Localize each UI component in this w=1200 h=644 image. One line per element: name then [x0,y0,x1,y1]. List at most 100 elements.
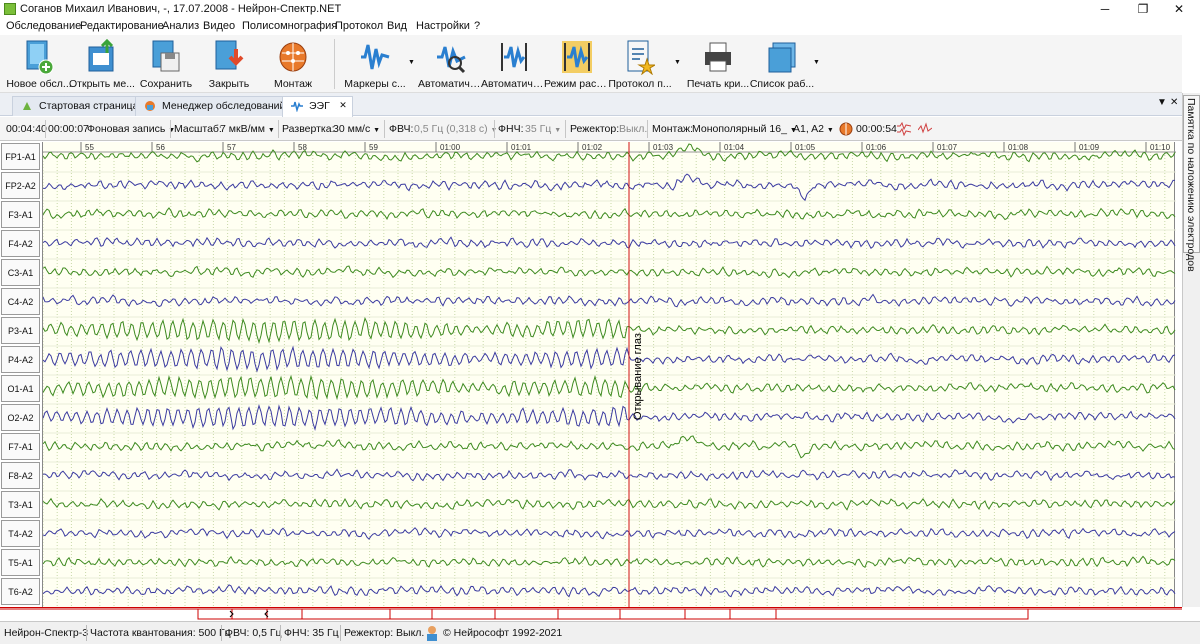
close-window-button[interactable]: ✕ [1156,0,1200,18]
channel-label-o2[interactable]: O2-A2 [1,404,40,431]
work-list-dropdown-arrow[interactable]: ▼ [813,59,820,66]
channel-label-c3[interactable]: C3-A1 [1,259,40,286]
channel-labels: FP1-A1 FP2-A2 F3-A1 F4-A2 C3-A1 C4-A2 P3… [0,142,41,607]
menu-protocol[interactable]: Протокол [335,20,383,32]
tab-eeg-label: ЭЭГ [309,100,330,112]
review-mode-button[interactable]: Режим расс... [544,37,610,91]
eeg-trace-o2-a2 [43,403,1176,432]
channel-label-f8[interactable]: F8-A2 [1,462,40,489]
event-strip-canvas [0,608,1182,620]
markers-button[interactable]: Маркеры с... [342,37,408,91]
scale-arrow: ▼ [267,127,275,134]
toolbar: Новое обсл... Открыть ме... Сохранить За… [0,35,1182,93]
trace-view-icon[interactable] [897,122,911,136]
time-tick-label: 58 [298,143,307,152]
auto-analysis-icon [437,46,466,74]
channel-label-f4[interactable]: F4-A2 [1,230,40,257]
reference-select[interactable]: A1, A2 ▼ [793,123,834,135]
tab-start-page[interactable]: Стартовая страница [12,96,148,116]
menu-edit[interactable]: Редактирование [80,20,164,32]
hpf-label: ФВЧ: [389,123,414,135]
menu-video[interactable]: Видео [203,20,235,32]
menu-help[interactable]: ? [474,20,480,32]
hpf-select[interactable]: 0,5 Гц (0,318 с) ▼ [414,123,497,135]
sweep-select[interactable]: 30 мм/с ▼ [333,123,380,135]
protocol-label: Протокол п... [608,78,672,90]
new-exam-button[interactable]: Новое обсл... [6,37,72,91]
montage-label: Монтаж [273,78,313,90]
lpf-select[interactable]: 35 Гц ▼ [525,123,561,135]
separator [565,120,566,138]
lpf-arrow: ▼ [554,127,562,134]
channel-label-c4[interactable]: C4-A2 [1,288,40,315]
notch-value[interactable]: Выкл. [619,123,647,135]
lpf-label: ФНЧ: [498,123,524,135]
document-tabs: Стартовая страница Менеджер обследований… [0,93,1182,117]
menu-exam[interactable]: Обследование [6,20,81,32]
separator [340,625,341,641]
eeg-trace-c3-a1 [43,265,1176,279]
channel-label-t5[interactable]: T5-A1 [1,549,40,576]
markers-dropdown-arrow[interactable]: ▼ [408,59,415,66]
time-tick-label: 01:06 [866,143,887,152]
menu-settings[interactable]: Настройки [416,20,470,32]
print-button[interactable]: Печать кри... [685,37,751,91]
separator [494,120,495,138]
auto-analysis-button-2[interactable]: Автоматиче... [481,37,547,91]
open-button[interactable]: Открыть ме... [69,37,135,91]
window-title: Соганов Михаил Иванович, -, 17.07.2008 -… [20,3,342,15]
channel-label-p3[interactable]: P3-A1 [1,317,40,344]
status-sampling: Частота квантования: 500 Гц [90,627,231,639]
sweep-label: Развертка: [282,123,335,135]
menu-view[interactable]: Вид [387,20,407,32]
elapsed-time: 00:00:54 [856,123,897,135]
separator [170,120,171,138]
duration: 00:00:07 [48,123,89,135]
tab-eeg-close-icon[interactable]: ✕ [339,100,347,111]
start-page-icon [23,102,31,110]
channel-label-f3[interactable]: F3-A1 [1,201,40,228]
title-bar: Соганов Михаил Иванович, -, 17.07.2008 -… [0,0,1200,18]
tabs-menu-icon[interactable]: ▼ [1157,97,1167,108]
reference-arrow: ▼ [826,127,834,134]
channel-label-t4[interactable]: T4-A2 [1,520,40,547]
montage-select[interactable]: Монополярный 16_ ▼ [692,123,797,135]
tab-exam-manager[interactable]: Менеджер обследований [135,96,295,116]
channel-label-o1[interactable]: O1-A1 [1,375,40,402]
protocol-button[interactable]: Протокол п... [607,37,673,91]
time-tick-label: 01:09 [1079,143,1100,152]
status-copyright: © Нейрософт 1992-2021 [443,627,563,639]
channel-label-t3[interactable]: T3-A1 [1,491,40,518]
auto-analysis-button-1[interactable]: Автоматиче... [418,37,484,91]
channel-label-f7[interactable]: F7-A1 [1,433,40,460]
close-exam-button[interactable]: Закрыть [196,37,262,91]
scale-select[interactable]: 7 мкВ/мм ▼ [220,123,275,135]
record-type-select[interactable]: Фоновая запись ▼ [87,123,175,135]
time-tick-label: 56 [156,143,165,152]
status-lpf: ФНЧ: 35 Гц [284,627,339,639]
channel-label-fp1[interactable]: FP1-A1 [1,143,40,170]
channel-label-p4[interactable]: P4-A2 [1,346,40,373]
markers-icon [361,44,390,70]
tab-start-page-label: Стартовая страница [39,100,139,112]
auto-detect-icon [501,43,527,71]
montage-button[interactable]: Монтаж [260,37,326,91]
menu-polysomnography[interactable]: Полисомнография [242,20,337,32]
time-tick-label: 01:03 [653,143,674,152]
save-button[interactable]: Сохранить [133,37,199,91]
print-label: Печать кри... [686,78,750,90]
channel-label-t6[interactable]: T6-A2 [1,578,40,605]
tabs-close-icon[interactable]: ✕ [1170,97,1178,108]
channel-label-fp2[interactable]: FP2-A2 [1,172,40,199]
tab-eeg[interactable]: ЭЭГ ✕ [282,96,353,117]
status-bar: Нейрон-Спектр-3 Частота квантования: 500… [0,621,1200,644]
menu-analysis[interactable]: Анализ [162,20,199,32]
brain-icon[interactable] [839,122,853,136]
spectrum-icon[interactable] [918,122,932,136]
work-list-button[interactable]: Список раб... [749,37,815,91]
eeg-trace-area[interactable]: 55 56 57 58 59 01:00 01:01 01:02 01:03 01:04 01:05… [42,142,1176,607]
new-exam-icon [26,40,54,75]
protocol-dropdown-arrow[interactable]: ▼ [674,59,681,66]
event-strip[interactable] [0,607,1182,621]
electrode-guide-tab[interactable]: Памятка по наложению электродов [1183,95,1200,272]
